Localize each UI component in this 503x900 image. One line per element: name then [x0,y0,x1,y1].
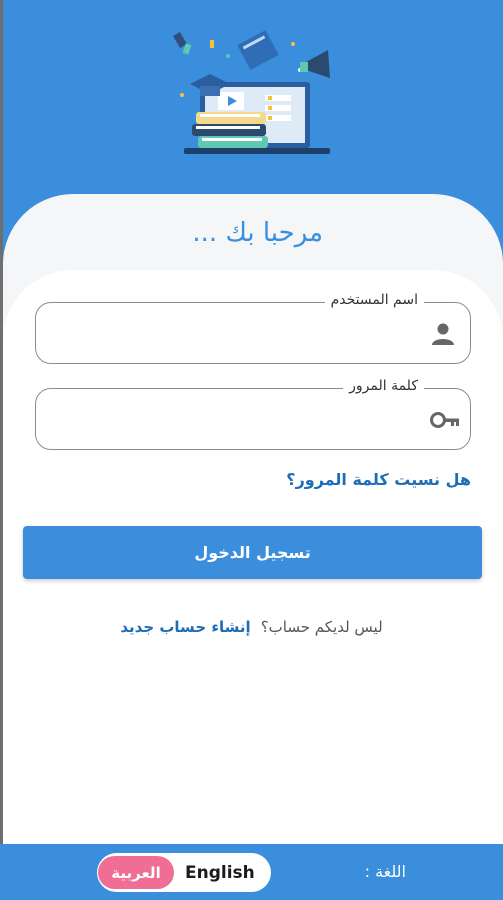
language-label: اللغة : [364,862,406,881]
password-label: كلمة المرور [343,378,424,394]
username-label: اسم المستخدم [324,292,424,308]
language-option-english[interactable]: English [185,853,255,892]
education-illustration-icon [173,30,330,154]
person-icon [432,323,454,345]
welcome-title: مرحبا بك ... [192,218,323,248]
hero-illustration [0,0,503,200]
username-field[interactable]: اسم المستخدم [35,292,471,364]
key-icon [430,412,459,428]
forgot-password-link[interactable]: هل نسيت كلمة المرور؟ [286,470,471,489]
create-account-link[interactable]: إنشاء حساب جديد [120,618,250,636]
signup-question: ليس لديكم حساب؟ [260,618,383,636]
language-toggle[interactable]: العربية English [97,853,271,892]
language-option-arabic[interactable]: العربية [98,856,174,889]
signup-row: ليس لديكم حساب؟ إنشاء حساب جديد [0,618,503,636]
password-field[interactable]: كلمة المرور [35,378,471,450]
login-button[interactable]: تسجيل الدخول [23,526,482,579]
